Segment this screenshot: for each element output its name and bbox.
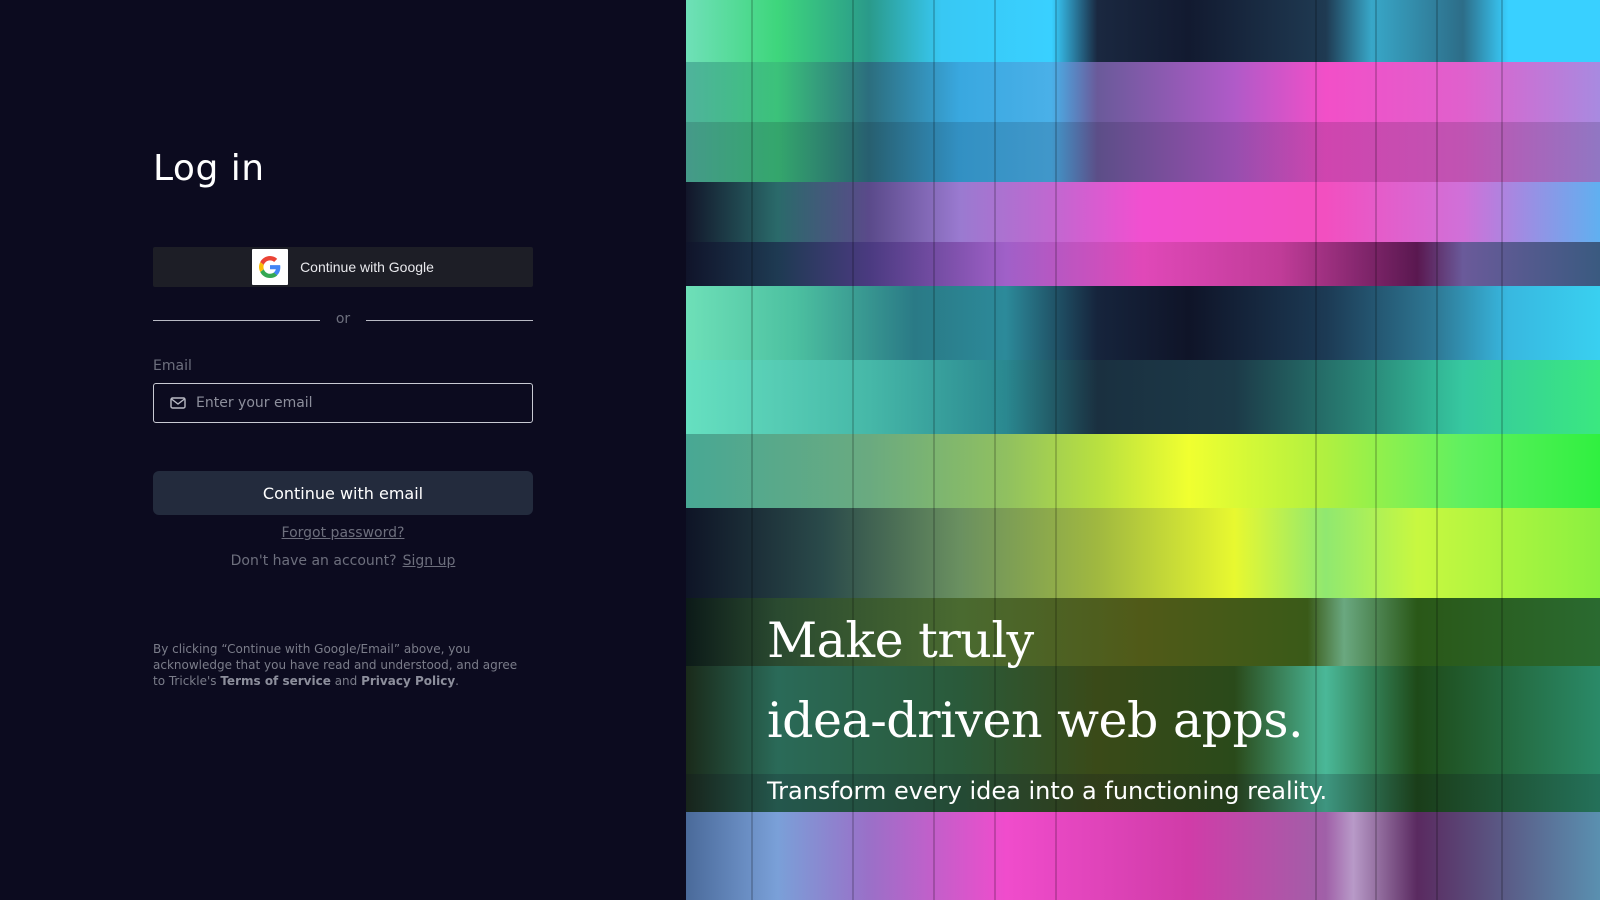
no-account-text: Don't have an account? — [230, 553, 397, 569]
google-g-icon — [252, 249, 289, 285]
or-divider: or — [153, 311, 533, 327]
hero-headline: Make truly idea-driven web apps. — [767, 601, 1304, 761]
divider-text: or — [335, 311, 351, 327]
legal-period: . — [455, 674, 459, 688]
divider-line-left — [153, 320, 320, 321]
email-label: Email — [153, 358, 192, 374]
email-input[interactable] — [194, 394, 498, 412]
sign-up-link[interactable]: Sign up — [403, 553, 456, 569]
hero-subline: Transform every idea into a functioning … — [767, 777, 1328, 805]
forgot-password-link[interactable]: Forgot password? — [0, 525, 686, 541]
headline-line-1: Make truly — [767, 612, 1034, 669]
mail-icon — [170, 396, 186, 410]
headline-line-2: idea-driven web apps. — [767, 692, 1304, 749]
headline-overlay — [1454, 598, 1600, 812]
divider-line-right — [366, 320, 533, 321]
legal-and-text: and — [334, 674, 358, 688]
continue-with-email-button[interactable]: Continue with email — [153, 471, 533, 515]
signup-row: Don't have an account? Sign up — [0, 553, 686, 569]
terms-of-service-link[interactable]: Terms of service — [220, 674, 331, 688]
email-field[interactable] — [153, 383, 533, 423]
privacy-policy-link[interactable]: Privacy Policy — [361, 674, 455, 688]
hero-panel — [686, 0, 1600, 900]
page-title: Log in — [153, 148, 265, 189]
google-button-label: Continue with Google — [300, 259, 434, 275]
legal-notice: By clicking “Continue with Google/Email”… — [153, 641, 533, 689]
continue-with-google-button[interactable]: Continue with Google — [153, 247, 533, 287]
login-panel: Log in Continue with Google or Email Con… — [0, 0, 686, 900]
